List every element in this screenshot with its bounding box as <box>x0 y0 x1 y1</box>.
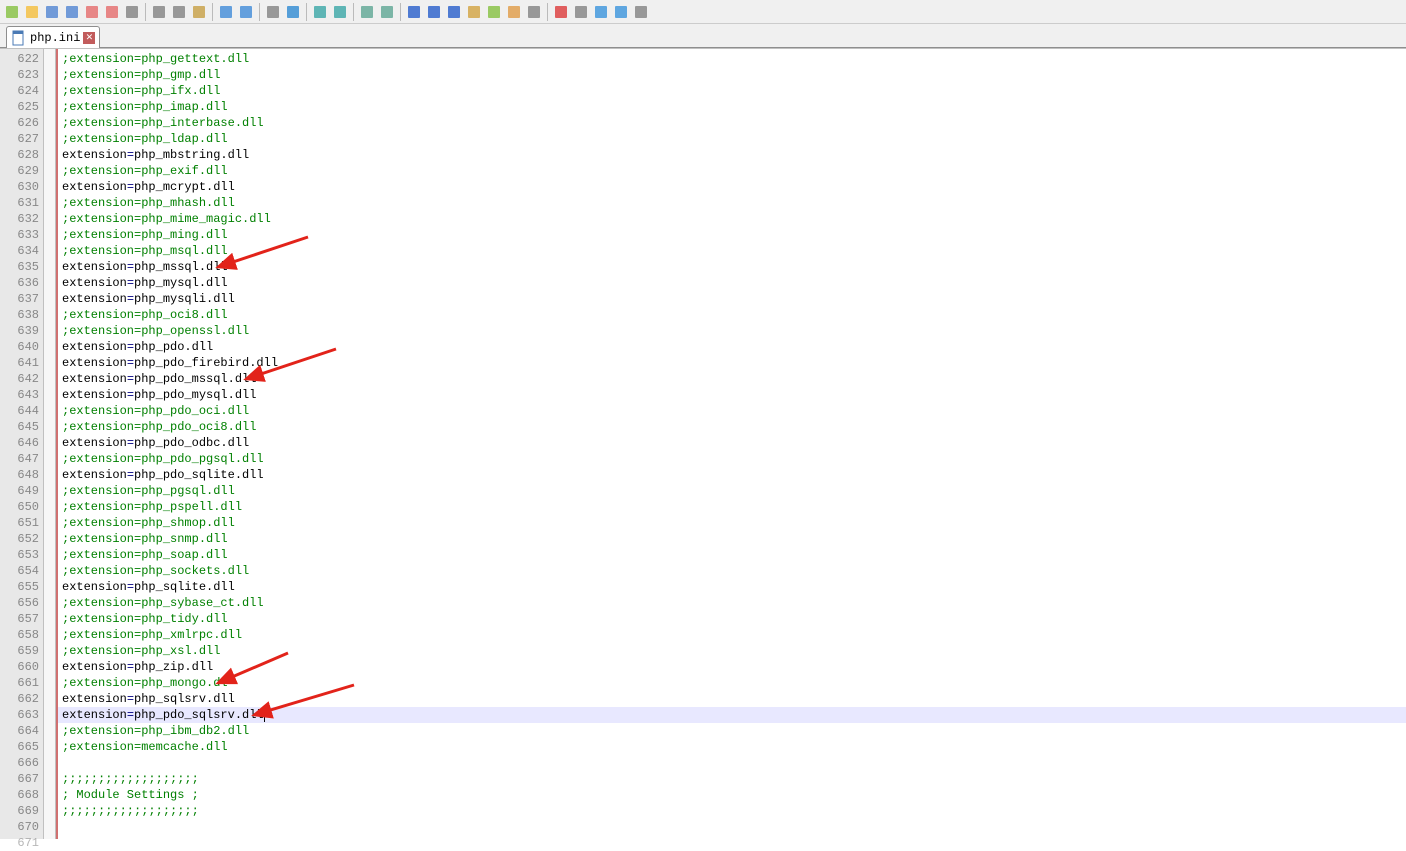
code-line[interactable]: extension=php_pdo_sqlsrv.dll <box>56 707 1406 723</box>
code-line[interactable]: ;extension=php_mhash.dll <box>56 195 1406 211</box>
code-line[interactable]: extension=php_sqlite.dll <box>56 579 1406 595</box>
text-caret <box>264 708 265 722</box>
zoom-in-icon[interactable] <box>310 2 330 22</box>
code-line[interactable]: ;extension=php_tidy.dll <box>56 611 1406 627</box>
stop-macro-icon[interactable] <box>571 2 591 22</box>
code-line[interactable]: ;extension=php_xsl.dll <box>56 643 1406 659</box>
toolbar <box>0 0 1406 24</box>
new-file-icon[interactable] <box>2 2 22 22</box>
code-line[interactable]: ;extension=php_pdo_oci.dll <box>56 403 1406 419</box>
record-macro-icon[interactable] <box>551 2 571 22</box>
code-line[interactable] <box>56 755 1406 771</box>
code-line[interactable]: extension=php_pdo_mssql.dll <box>56 371 1406 387</box>
code-line[interactable]: ;extension=php_sockets.dll <box>56 563 1406 579</box>
print-icon[interactable] <box>122 2 142 22</box>
code-line[interactable]: extension=php_mysql.dll <box>56 275 1406 291</box>
code-line[interactable]: ;extension=php_ifx.dll <box>56 83 1406 99</box>
code-line[interactable]: extension=php_pdo.dll <box>56 339 1406 355</box>
code-line[interactable]: ;extension=php_soap.dll <box>56 547 1406 563</box>
code-line[interactable]: extension=php_pdo_sqlite.dll <box>56 467 1406 483</box>
open-file-icon[interactable] <box>22 2 42 22</box>
code-line[interactable]: extension=php_mcrypt.dll <box>56 179 1406 195</box>
paste-icon[interactable] <box>189 2 209 22</box>
save-all-icon[interactable] <box>62 2 82 22</box>
code-line[interactable]: extension=php_pdo_firebird.dll <box>56 355 1406 371</box>
doc-map-icon[interactable] <box>464 2 484 22</box>
fold-margin <box>44 49 56 839</box>
redo-icon[interactable] <box>236 2 256 22</box>
code-text-area[interactable]: ;extension=php_gettext.dll;extension=php… <box>56 49 1406 839</box>
line-number-gutter: 6226236246256266276286296306316326336346… <box>0 49 44 839</box>
code-line[interactable] <box>56 819 1406 835</box>
code-line[interactable]: ;extension=php_xmlrpc.dll <box>56 627 1406 643</box>
code-line[interactable]: ;extension=php_pspell.dll <box>56 499 1406 515</box>
code-line[interactable]: ;extension=php_ldap.dll <box>56 131 1406 147</box>
change-marker <box>56 49 58 839</box>
code-line[interactable]: ;;;;;;;;;;;;;;;;;;; <box>56 771 1406 787</box>
code-line[interactable]: extension=php_mbstring.dll <box>56 147 1406 163</box>
code-line[interactable]: ;extension=php_oci8.dll <box>56 307 1406 323</box>
code-line[interactable]: ;extension=php_imap.dll <box>56 99 1406 115</box>
tab-php-ini[interactable]: php.ini ✕ <box>6 26 100 48</box>
code-line[interactable]: ;extension=php_exif.dll <box>56 163 1406 179</box>
code-line[interactable]: ;extension=php_mongo.dl <box>56 675 1406 691</box>
show-all-icon[interactable] <box>424 2 444 22</box>
code-line[interactable]: ;extension=php_msql.dll <box>56 243 1406 259</box>
sync-scroll-icon[interactable] <box>377 2 397 22</box>
code-line[interactable]: ; Module Settings ; <box>56 787 1406 803</box>
code-line[interactable]: ;extension=php_pgsql.dll <box>56 483 1406 499</box>
tab-label: php.ini <box>30 31 80 45</box>
code-line[interactable]: ;extension=php_gettext.dll <box>56 51 1406 67</box>
code-line[interactable]: ;;;;;;;;;;;;;;;;;;; <box>56 803 1406 819</box>
code-line[interactable]: extension=php_mssql.dll <box>56 259 1406 275</box>
save-icon[interactable] <box>42 2 62 22</box>
editor[interactable]: 6226236246256266276286296306316326336346… <box>0 48 1406 839</box>
undo-icon[interactable] <box>216 2 236 22</box>
replace-icon[interactable] <box>283 2 303 22</box>
copy-icon[interactable] <box>169 2 189 22</box>
save-macro-icon[interactable] <box>631 2 651 22</box>
code-line[interactable]: ;extension=php_snmp.dll <box>56 531 1406 547</box>
code-line[interactable]: ;extension=php_pdo_oci8.dll <box>56 419 1406 435</box>
folder-workspace-icon[interactable] <box>504 2 524 22</box>
monitor-icon[interactable] <box>524 2 544 22</box>
code-line[interactable]: ;extension=php_ming.dll <box>56 227 1406 243</box>
code-line[interactable]: extension=php_pdo_odbc.dll <box>56 435 1406 451</box>
close-icon[interactable] <box>82 2 102 22</box>
code-line[interactable]: ;extension=php_gmp.dll <box>56 67 1406 83</box>
code-line[interactable]: extension=php_pdo_mysql.dll <box>56 387 1406 403</box>
word-wrap-icon[interactable] <box>404 2 424 22</box>
zoom-out-icon[interactable] <box>330 2 350 22</box>
code-line[interactable]: ;extension=memcache.dll <box>56 739 1406 755</box>
code-line[interactable]: ;extension=php_openssl.dll <box>56 323 1406 339</box>
indent-guide-icon[interactable] <box>444 2 464 22</box>
tab-close-button[interactable]: ✕ <box>83 32 95 44</box>
sync-view-icon[interactable] <box>357 2 377 22</box>
code-line[interactable]: extension=php_zip.dll <box>56 659 1406 675</box>
tabbar: php.ini ✕ <box>0 24 1406 48</box>
code-line[interactable]: ;extension=php_ibm_db2.dll <box>56 723 1406 739</box>
code-line[interactable]: ;extension=php_shmop.dll <box>56 515 1406 531</box>
play-macro-icon[interactable] <box>591 2 611 22</box>
file-icon <box>11 30 27 46</box>
code-line[interactable]: extension=php_mysqli.dll <box>56 291 1406 307</box>
code-line[interactable]: ;extension=php_pdo_pgsql.dll <box>56 451 1406 467</box>
cut-icon[interactable] <box>149 2 169 22</box>
code-line[interactable]: ;extension=php_interbase.dll <box>56 115 1406 131</box>
code-line[interactable]: ;extension=php_sybase_ct.dll <box>56 595 1406 611</box>
find-icon[interactable] <box>263 2 283 22</box>
code-line[interactable]: ;extension=php_mime_magic.dll <box>56 211 1406 227</box>
code-line[interactable]: extension=php_sqlsrv.dll <box>56 691 1406 707</box>
run-mult-icon[interactable] <box>611 2 631 22</box>
close-all-icon[interactable] <box>102 2 122 22</box>
function-list-icon[interactable] <box>484 2 504 22</box>
